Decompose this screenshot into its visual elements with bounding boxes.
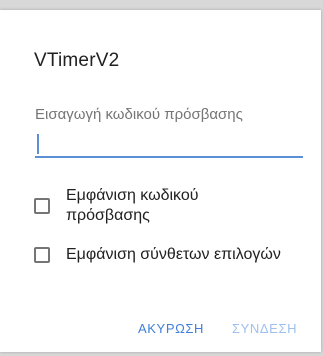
connect-button[interactable]: ΣΥΝΔΕΣΗ xyxy=(232,321,297,336)
show-password-label: Εμφάνιση κωδικού πρόσβασης xyxy=(66,187,199,224)
advanced-options-checkbox[interactable] xyxy=(34,247,50,263)
show-password-checkbox[interactable] xyxy=(34,198,50,214)
advanced-options-option[interactable]: Εμφάνιση σύνθετων επιλογών xyxy=(34,245,286,265)
password-field-label: Εισαγωγή κωδικού πρόσβασης xyxy=(35,106,243,123)
text-caret xyxy=(37,134,39,154)
advanced-options-label: Εμφάνιση σύνθετων επιλογών xyxy=(66,246,281,263)
cancel-button[interactable]: ΑΚΥΡΩΣΗ xyxy=(138,321,204,336)
password-dialog: VTimerV2 Εισαγωγή κωδικού πρόσβασης Εμφά… xyxy=(0,10,321,352)
dialog-title: VTimerV2 xyxy=(34,50,120,71)
show-password-option[interactable]: Εμφάνιση κωδικού πρόσβασης xyxy=(34,186,286,226)
password-input[interactable] xyxy=(35,128,303,158)
